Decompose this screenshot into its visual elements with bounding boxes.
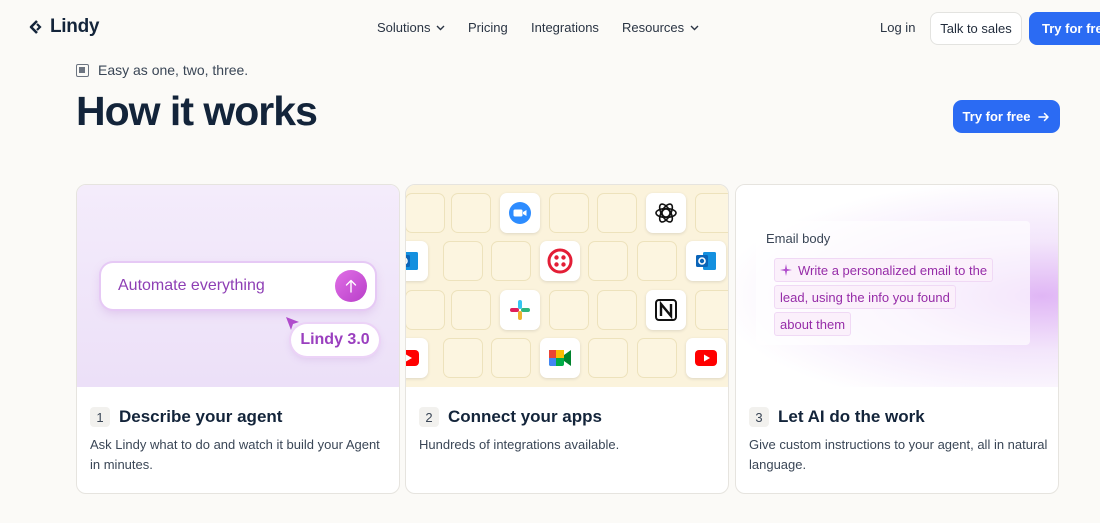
grid-cell (451, 290, 491, 330)
try-for-free-label: Try for free (962, 109, 1031, 124)
lindy-version-badge: Lindy 3.0 (291, 324, 379, 356)
instruction-line: Write a personalized email to the (775, 259, 993, 281)
step-title: Let AI do the work (778, 407, 925, 426)
try-for-free-button[interactable]: Try for free (953, 100, 1060, 133)
grid-cell (406, 290, 445, 330)
step-title: Describe your agent (119, 407, 283, 426)
grid-cell (549, 193, 589, 233)
step-title: Connect your apps (448, 407, 602, 426)
nav-integrations[interactable]: Integrations (531, 20, 599, 35)
email-body-label: Email body (766, 231, 831, 246)
nav-resources[interactable]: Resources (622, 20, 699, 35)
grid-cell (597, 193, 637, 233)
instruction-line: about them (775, 313, 851, 335)
openai-icon (646, 193, 686, 233)
twilio-icon (540, 241, 580, 281)
grid-cell (637, 241, 677, 281)
lindy-logo[interactable]: Lindy (28, 16, 99, 38)
nav-solutions-label: Solutions (377, 20, 431, 35)
slack-icon (500, 290, 540, 330)
step-card-connect: 2 Connect your apps Hundreds of integrat… (405, 184, 729, 494)
integrations-grid (406, 185, 728, 387)
instruction-text: about them (780, 316, 846, 332)
nav-pricing-label: Pricing (468, 20, 508, 35)
logo-text: Lindy (50, 16, 100, 37)
page-title: How it works (76, 88, 318, 134)
step-number: 1 (90, 407, 110, 427)
instruction-line: lead, using the info you found (775, 286, 955, 308)
youtube-icon (686, 338, 726, 378)
prompt-text: Automate everything (118, 277, 265, 294)
grid-cell (451, 193, 491, 233)
instruction-text: Write a personalized email to the (798, 262, 988, 278)
send-button (335, 270, 367, 302)
prompt-input: Automate everything (101, 263, 375, 309)
youtube-icon (406, 338, 428, 378)
nav-pricing[interactable]: Pricing (468, 20, 508, 35)
describe-visual: Automate everything Lindy 3.0 (77, 185, 399, 387)
arrow-up-icon (345, 279, 357, 293)
chevron-down-icon (690, 25, 699, 30)
grid-cell (491, 241, 531, 281)
eyebrow: Easy as one, two, three. (76, 62, 248, 78)
step-card-ai-work: Email body Write a personalized email to… (735, 184, 1059, 494)
top-nav: Lindy Solutions Pricing Integrations Res… (0, 0, 1100, 56)
grid-cell (695, 290, 728, 330)
nav-solutions[interactable]: Solutions (377, 20, 445, 35)
grid-cell (695, 193, 728, 233)
chevron-down-icon (436, 25, 445, 30)
step-card-describe: Automate everything Lindy 3.0 1 Describe… (76, 184, 400, 494)
outlook-icon (686, 241, 726, 281)
grid-cell (549, 290, 589, 330)
instruction-text: lead, using the info you found (780, 289, 950, 305)
grid-cell (443, 338, 483, 378)
grid-cell (597, 290, 637, 330)
step-description: Hundreds of integrations available. (419, 437, 620, 452)
nav-resources-label: Resources (622, 20, 685, 35)
grid-cell (637, 338, 677, 378)
sparkle-icon (780, 264, 792, 276)
square-icon (76, 63, 89, 77)
step-number: 3 (749, 407, 769, 427)
grid-cell (443, 241, 483, 281)
step-description: Ask Lindy what to do and watch it build … (90, 437, 380, 472)
arrow-right-icon (1038, 112, 1050, 121)
zoom-icon (500, 193, 540, 233)
login-link[interactable]: Log in (880, 20, 915, 35)
logo-mark-icon (29, 20, 42, 34)
grid-cell (406, 193, 445, 233)
talk-to-sales-button[interactable]: Talk to sales (930, 12, 1022, 45)
try-for-free-nav-button[interactable]: Try for free (1029, 12, 1100, 45)
step-number: 2 (419, 407, 439, 427)
nav-integrations-label: Integrations (531, 20, 599, 35)
grid-cell (491, 338, 531, 378)
ai-work-visual: Email body Write a personalized email to… (736, 185, 1058, 387)
step-description: Give custom instructions to your agent, … (749, 437, 1048, 472)
notion-icon (646, 290, 686, 330)
grid-cell (588, 338, 628, 378)
google-meet-icon (540, 338, 580, 378)
grid-cell (588, 241, 628, 281)
outlook-icon (406, 241, 428, 281)
eyebrow-text: Easy as one, two, three. (98, 62, 249, 78)
